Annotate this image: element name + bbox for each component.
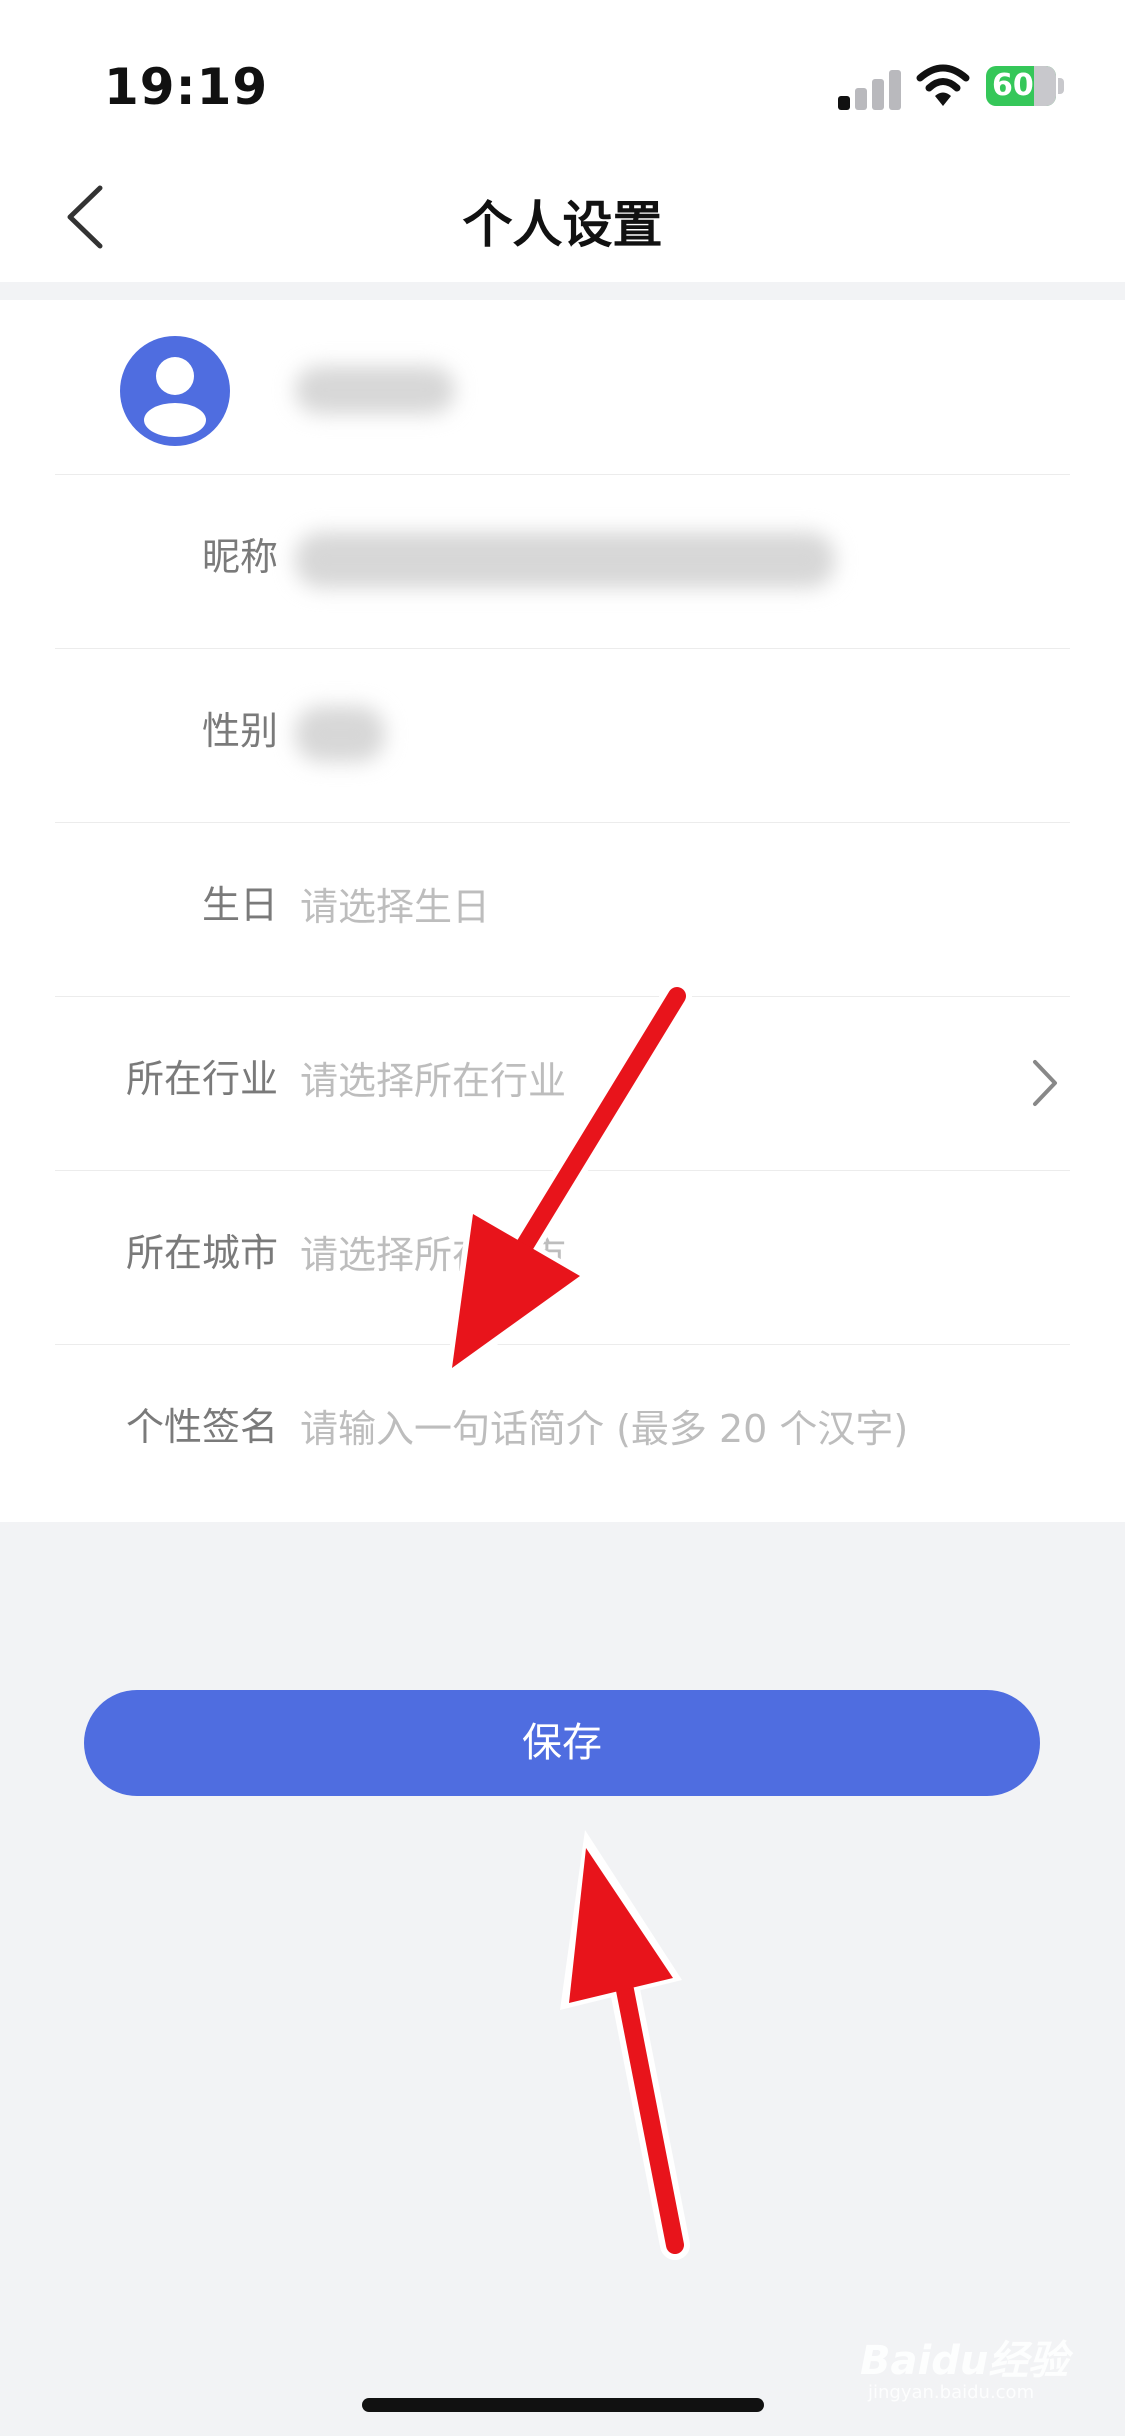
industry-placeholder: 请选择所在行业 [300, 1059, 567, 1103]
avatar-row[interactable] [55, 300, 1070, 475]
battery-icon: 60 [986, 66, 1064, 108]
baidu-watermark: Baidu经验 [860, 2338, 1069, 2384]
status-time: 19:19 [104, 58, 269, 116]
nav-bar: 个人设置 [0, 150, 1125, 282]
profile-form: 昵称 性别 生日 请选择生日 所在行业 请选择所在行业 所在城市 请选择所在城市… [0, 300, 1125, 1522]
baidu-watermark-url: jingyan.baidu.com [868, 2382, 1035, 2403]
save-button[interactable]: 保存 [84, 1690, 1040, 1796]
industry-label: 所在行业 [125, 1057, 278, 1101]
cellular-signal-icon [838, 68, 902, 110]
wifi-icon [916, 64, 970, 106]
signature-label: 个性签名 [125, 1405, 278, 1449]
chevron-right-icon[interactable] [1025, 1054, 1065, 1112]
nickname-label: 昵称 [201, 535, 278, 579]
birthday-row[interactable]: 生日 请选择生日 [55, 822, 1070, 997]
gender-label: 性别 [201, 709, 278, 753]
city-placeholder: 请选择所在城市 [300, 1233, 567, 1277]
annotation-arrow-up [560, 1830, 690, 2260]
signature-input[interactable]: 请输入一句话简介 (最多 20 个汉字) [300, 1398, 908, 1453]
signature-row[interactable]: 个性签名 请输入一句话简介 (最多 20 个汉字) [55, 1344, 1070, 1518]
gender-value-redacted [295, 706, 385, 762]
home-indicator[interactable] [362, 2398, 764, 2412]
birthday-placeholder: 请选择生日 [300, 885, 491, 929]
page-title: 个人设置 [462, 196, 663, 254]
status-bar: 19:19 60 [0, 0, 1125, 150]
birthday-label: 生日 [201, 883, 278, 927]
city-row[interactable]: 所在城市 请选择所在城市 [55, 1170, 1070, 1345]
nickname-value-redacted [295, 532, 835, 588]
nickname-row[interactable]: 昵称 [55, 474, 1070, 649]
username-redacted [295, 366, 455, 414]
battery-level: 60 [992, 68, 1034, 103]
user-avatar-icon[interactable] [120, 336, 230, 446]
gender-row[interactable]: 性别 [55, 648, 1070, 823]
city-label: 所在城市 [125, 1231, 278, 1275]
industry-row[interactable]: 所在行业 请选择所在行业 [55, 996, 1070, 1171]
